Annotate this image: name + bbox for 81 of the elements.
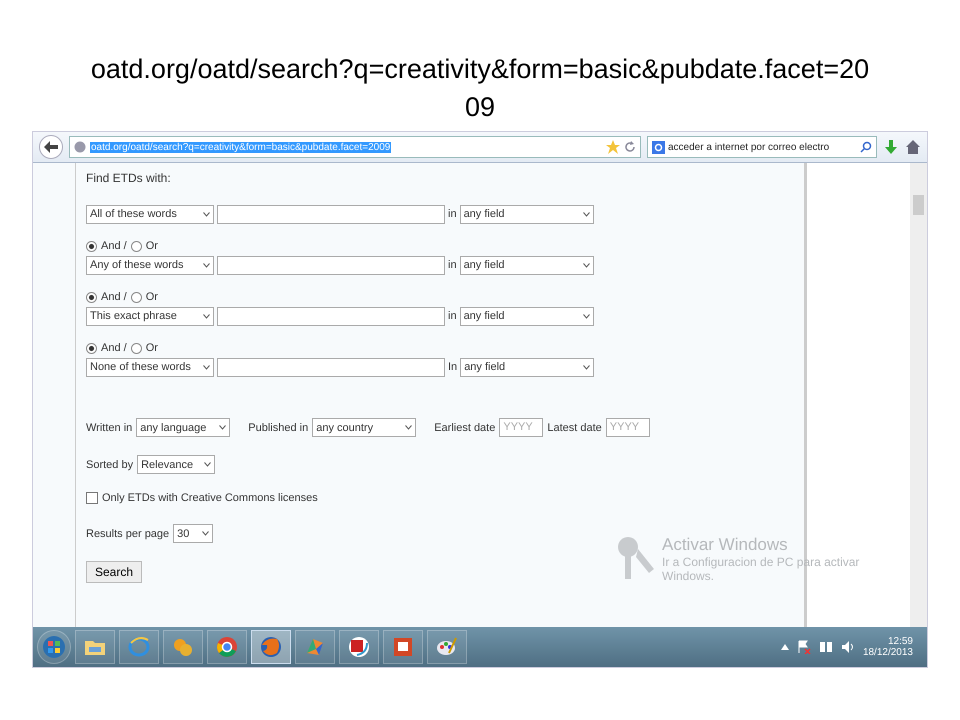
search-button[interactable]: Search <box>86 561 142 583</box>
field-select[interactable]: any field <box>460 204 594 224</box>
caret-icon <box>203 364 210 370</box>
earliest-date-label: Earliest date <box>434 422 496 434</box>
slide-title: oatd.org/oatd/search?q=creativity&form=basic&pubdate.facet=2009 <box>90 53 870 124</box>
in-label: in <box>448 208 457 220</box>
field-select[interactable]: any field <box>460 358 594 376</box>
checkbox[interactable] <box>86 492 98 504</box>
radio-button[interactable] <box>130 240 142 252</box>
match-select[interactable]: None of these words <box>86 358 214 376</box>
taskbar-button[interactable] <box>251 630 291 664</box>
radio-button[interactable] <box>130 342 142 354</box>
field-select[interactable]: any field <box>460 256 594 274</box>
clock[interactable]: 12:59 18/12/2013 <box>862 636 923 658</box>
checkbox-label: Only ETDs with Creative Commons licenses <box>102 492 318 504</box>
search-engine-icon <box>652 140 665 154</box>
form-heading: Find ETDs with: <box>86 171 172 185</box>
tray-arrow-icon[interactable] <box>780 644 789 650</box>
home-icon[interactable] <box>905 139 921 155</box>
caret-icon <box>202 531 210 536</box>
globe-icon <box>74 141 86 153</box>
caret-icon <box>203 314 210 318</box>
caret-icon <box>582 314 590 318</box>
scrollbar[interactable] <box>910 163 927 627</box>
field-select[interactable]: any field <box>460 306 594 326</box>
back-button[interactable] <box>39 135 63 159</box>
activation-title: Activar Windows <box>662 535 789 555</box>
in-label: in <box>448 310 457 322</box>
ring-icon <box>127 635 151 659</box>
radio-label: Or <box>146 291 158 303</box>
radio-button[interactable] <box>130 292 142 302</box>
radio-button[interactable] <box>86 342 97 354</box>
caret-icon <box>203 262 210 268</box>
start-icon <box>42 635 66 659</box>
match-select[interactable]: This exact phrase <box>86 306 214 326</box>
stamp-icon <box>347 635 371 659</box>
language-label: Written in <box>86 422 132 434</box>
globe-icon <box>259 635 283 659</box>
radio-label: Or <box>146 342 158 354</box>
slides-icon <box>391 635 415 659</box>
start-button[interactable] <box>37 630 71 664</box>
star-icon[interactable] <box>606 140 620 154</box>
sort-select[interactable]: Relevance <box>137 455 216 474</box>
term-field[interactable] <box>217 306 445 326</box>
latest-date-label: Latest date <box>547 422 602 434</box>
key-icon <box>616 535 656 581</box>
in-label: In <box>448 361 458 373</box>
radio-label: Or <box>146 240 158 252</box>
caret-icon <box>204 462 212 467</box>
download-icon[interactable] <box>883 139 899 155</box>
radio-button[interactable] <box>86 240 97 252</box>
country-label: Published in <box>248 422 308 434</box>
language-select[interactable]: any language <box>136 418 230 437</box>
country-select[interactable]: any country <box>312 418 416 437</box>
search-icon[interactable] <box>860 141 872 153</box>
match-select[interactable]: All of these words <box>86 204 214 224</box>
network-icon[interactable] <box>818 640 833 654</box>
radio-button[interactable] <box>86 292 97 302</box>
caret-icon <box>582 262 590 268</box>
caret-icon <box>203 212 210 216</box>
wheel-icon <box>215 635 239 659</box>
in-label: in <box>448 259 457 271</box>
sort-label: Sorted by <box>86 458 134 470</box>
caret-icon <box>219 425 226 430</box>
radio-label: And / <box>101 342 127 354</box>
caret-icon <box>582 212 590 216</box>
results-per-page-label: Results per page <box>86 528 170 540</box>
flag-icon[interactable] <box>796 640 811 654</box>
match-select[interactable]: Any of these words <box>86 256 214 274</box>
caret-icon <box>583 364 590 370</box>
term-field[interactable] <box>217 358 445 376</box>
results-per-page-select[interactable]: 30 <box>173 524 214 543</box>
radio-label: And / <box>101 240 127 252</box>
search-field[interactable]: acceder a internet por correo electro <box>647 136 877 158</box>
reload-icon[interactable] <box>624 141 636 153</box>
term-field[interactable] <box>217 204 445 224</box>
caret-icon <box>405 425 412 430</box>
radio-label: And / <box>101 291 127 303</box>
term-field[interactable] <box>217 256 445 274</box>
speaker-icon[interactable] <box>840 640 855 654</box>
back-arrow-icon <box>44 141 58 153</box>
